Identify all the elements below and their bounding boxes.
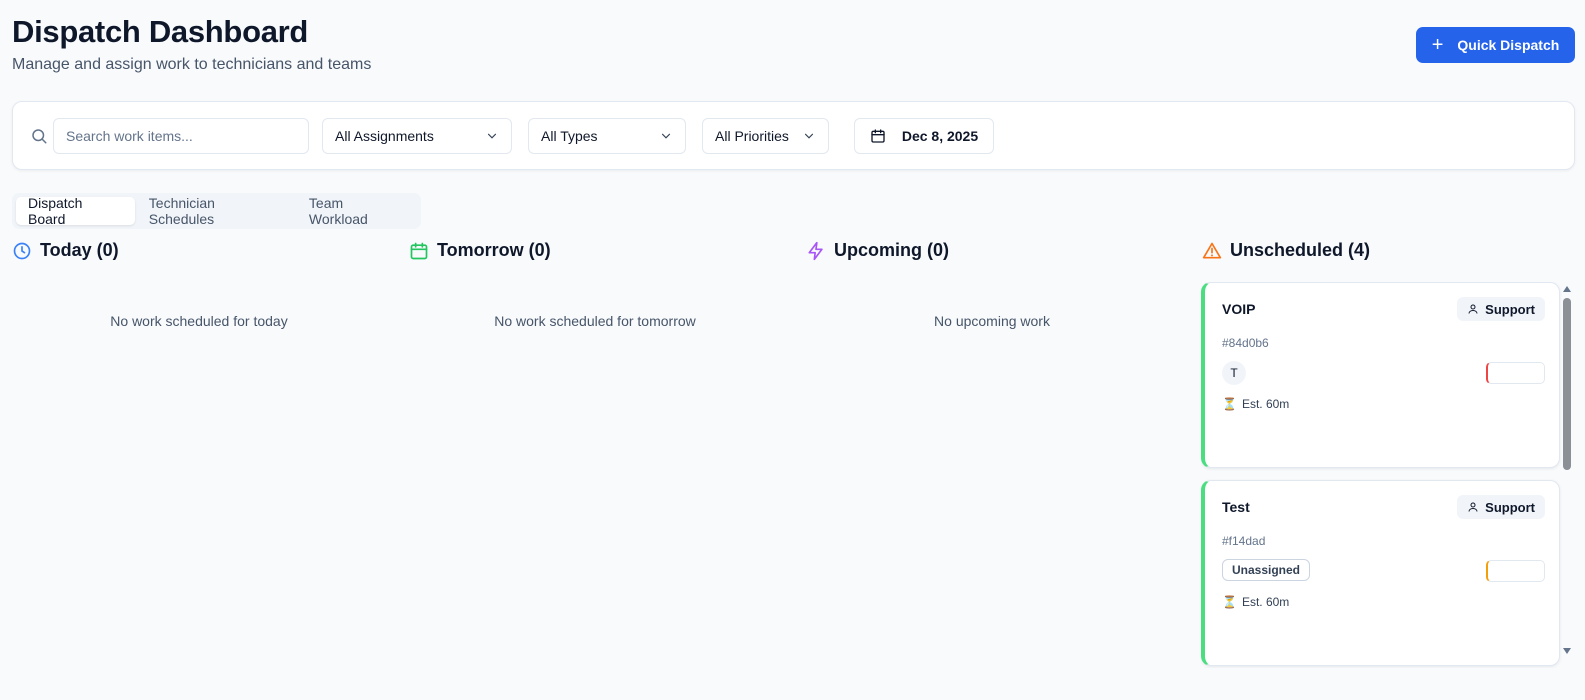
work-item-id: #f14dad bbox=[1222, 534, 1266, 548]
quick-dispatch-button[interactable]: + Quick Dispatch bbox=[1416, 27, 1575, 63]
scroll-up-arrow-icon[interactable] bbox=[1563, 286, 1571, 292]
team-badge: Support bbox=[1457, 495, 1545, 519]
work-item-title: Test bbox=[1222, 499, 1250, 515]
scroll-down-arrow-icon[interactable] bbox=[1563, 648, 1571, 654]
team-badge: Support bbox=[1457, 297, 1545, 321]
today-column-header: Today (0) bbox=[12, 240, 119, 261]
estimate: ⏳ Est. 60m bbox=[1222, 595, 1289, 609]
search-icon bbox=[32, 129, 47, 144]
chevron-down-icon bbox=[487, 133, 497, 139]
calendar-icon bbox=[410, 242, 428, 259]
tab-technician-schedules[interactable]: Technician Schedules bbox=[137, 195, 295, 227]
upcoming-empty-message: No upcoming work bbox=[934, 313, 1050, 329]
types-value: All Types bbox=[541, 128, 598, 144]
priority-badge bbox=[1486, 362, 1545, 384]
scrollbar[interactable] bbox=[1561, 282, 1573, 660]
work-item-card[interactable]: VOIP Support #84d0b6 T ⏳ Est. 60m bbox=[1201, 282, 1560, 468]
estimate: ⏳ Est. 60m bbox=[1222, 397, 1289, 411]
priorities-value: All Priorities bbox=[715, 128, 789, 144]
tomorrow-title: Tomorrow (0) bbox=[437, 240, 551, 260]
user-icon bbox=[1468, 502, 1478, 512]
unassigned-badge: Unassigned bbox=[1222, 559, 1311, 581]
scroll-thumb[interactable] bbox=[1563, 298, 1571, 470]
warning-icon bbox=[1202, 242, 1222, 258]
view-tabs: Dispatch Board Technician Schedules Team… bbox=[12, 193, 421, 229]
priority-badge bbox=[1486, 560, 1545, 582]
chevron-down-icon bbox=[661, 133, 671, 139]
priorities-select[interactable]: All Priorities bbox=[702, 118, 829, 154]
tab-dispatch-board[interactable]: Dispatch Board bbox=[16, 195, 135, 227]
search-input[interactable] bbox=[53, 118, 309, 154]
filter-bar: All Assignments All Types All Priorities… bbox=[12, 101, 1575, 170]
work-item-id: #84d0b6 bbox=[1222, 336, 1269, 350]
plus-icon: + bbox=[1431, 34, 1444, 56]
assignments-value: All Assignments bbox=[335, 128, 434, 144]
tab-team-workload[interactable]: Team Workload bbox=[297, 195, 417, 227]
tomorrow-empty-message: No work scheduled for tomorrow bbox=[494, 313, 696, 329]
avatar: T bbox=[1222, 361, 1246, 385]
page-title: Dispatch Dashboard bbox=[12, 14, 309, 49]
estimate-label: Est. 60m bbox=[1241, 595, 1290, 609]
team-label: Support bbox=[1485, 301, 1535, 317]
upcoming-column-header: Upcoming (0) bbox=[806, 240, 949, 261]
lightning-icon bbox=[808, 241, 823, 260]
date-value: Dec 8, 2025 bbox=[901, 128, 979, 144]
page-subtitle: Manage and assign work to technicians an… bbox=[12, 56, 372, 73]
team-label: Support bbox=[1485, 499, 1535, 515]
calendar-icon bbox=[871, 129, 885, 143]
hourglass-icon: ⏳ bbox=[1222, 595, 1237, 609]
unscheduled-column-header: Unscheduled (4) bbox=[1202, 240, 1370, 261]
today-title: Today (0) bbox=[40, 240, 119, 260]
upcoming-title: Upcoming (0) bbox=[834, 240, 949, 260]
assignments-select[interactable]: All Assignments bbox=[322, 118, 512, 154]
types-select[interactable]: All Types bbox=[528, 118, 686, 154]
chevron-down-icon bbox=[804, 133, 814, 139]
unscheduled-title: Unscheduled (4) bbox=[1230, 240, 1371, 260]
user-icon bbox=[1468, 304, 1478, 314]
date-picker-button[interactable]: Dec 8, 2025 bbox=[854, 118, 994, 154]
today-empty-message: No work scheduled for today bbox=[110, 313, 288, 329]
hourglass-icon: ⏳ bbox=[1222, 397, 1237, 411]
quick-dispatch-label: Quick Dispatch bbox=[1457, 37, 1560, 53]
work-item-title: VOIP bbox=[1222, 301, 1256, 317]
unscheduled-list[interactable]: VOIP Support #84d0b6 T ⏳ Est. 60m Test S… bbox=[1201, 282, 1575, 668]
work-item-card[interactable]: Test Support #f14dad Unassigned ⏳ Est. 6… bbox=[1201, 480, 1560, 666]
tomorrow-column-header: Tomorrow (0) bbox=[409, 240, 551, 261]
clock-icon bbox=[13, 242, 31, 259]
estimate-label: Est. 60m bbox=[1241, 397, 1290, 411]
